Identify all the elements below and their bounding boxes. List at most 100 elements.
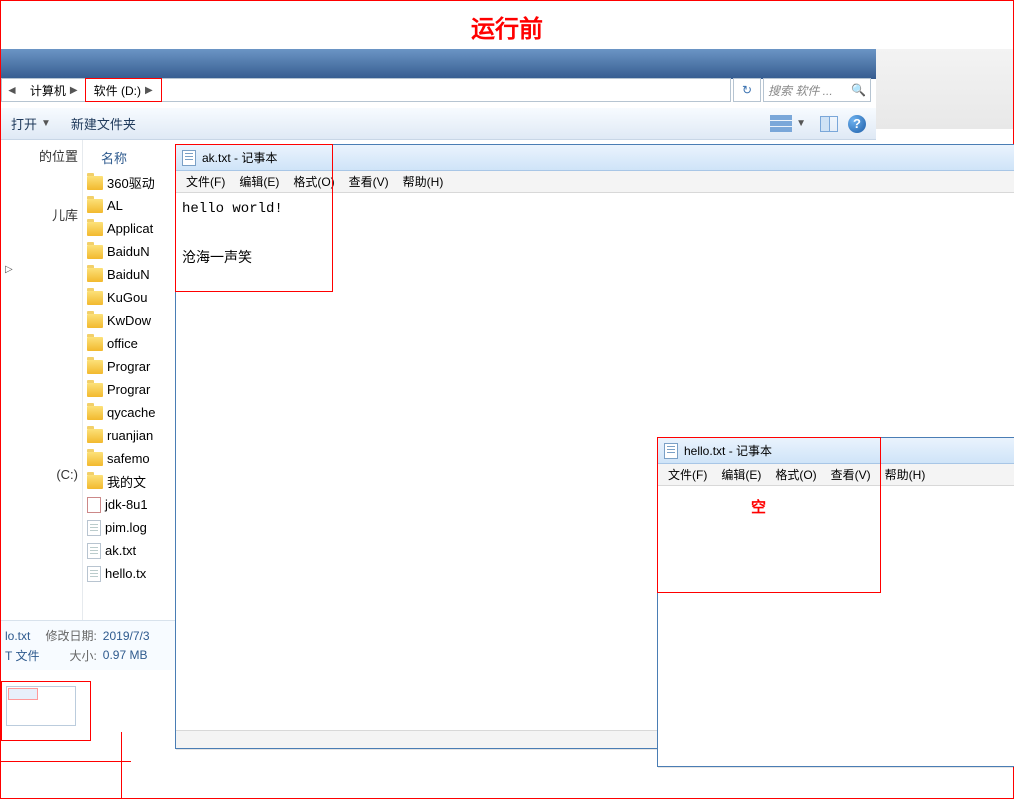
file-item[interactable]: KwDow [83, 309, 175, 332]
chevron-down-icon: ▼ [796, 118, 806, 129]
file-label: KuGou [107, 290, 147, 305]
file-label: office [107, 336, 138, 351]
menu-help[interactable]: 帮助(H) [397, 173, 450, 190]
folder-icon [87, 314, 103, 328]
menu-format[interactable]: 格式(O) [769, 466, 822, 483]
file-item[interactable]: 我的文 [83, 470, 175, 493]
sidebar-item-places[interactable]: 的位置 [1, 140, 82, 171]
folder-icon [87, 360, 103, 374]
file-item[interactable]: BaiduN [83, 263, 175, 286]
bottom-marker [1, 761, 131, 797]
file-item[interactable]: KuGou [83, 286, 175, 309]
sidebar-item-libraries[interactable]: 儿库 [1, 199, 82, 230]
file-label: Applicat [107, 221, 153, 236]
view-mode-button[interactable]: ▼ [766, 115, 810, 133]
new-folder-label: 新建文件夹 [71, 114, 136, 133]
file-icon [87, 543, 101, 559]
search-icon: 🔍 [851, 83, 866, 97]
folder-icon [87, 429, 103, 443]
notepad-titlebar[interactable]: ak.txt - 记事本 [176, 145, 1014, 171]
menu-format[interactable]: 格式(O) [287, 173, 340, 190]
notepad-menubar: 文件(F) 编辑(E) 格式(O) 查看(V) 帮助(H) [658, 464, 1014, 486]
detail-size-label: 大小: [45, 647, 96, 664]
search-input[interactable]: 搜索 软件 ... 🔍 [763, 78, 871, 102]
file-label: hello.tx [105, 566, 146, 581]
chevron-right-icon: ▶ [145, 85, 153, 96]
menu-edit[interactable]: 编辑(E) [233, 173, 285, 190]
window-titlebar-bg [1, 49, 1013, 79]
file-label: BaiduN [107, 267, 150, 282]
new-folder-button[interactable]: 新建文件夹 [61, 108, 146, 139]
file-item[interactable]: Prograr [83, 378, 175, 401]
file-item[interactable]: qycache [83, 401, 175, 424]
breadcrumb-label: 软件 (D:) [94, 82, 141, 99]
detail-filename: lo.txt [5, 629, 39, 643]
notepad-icon [182, 150, 196, 166]
menu-help[interactable]: 帮助(H) [879, 466, 932, 483]
chevron-down-icon: ▼ [41, 118, 51, 129]
file-label: BaiduN [107, 244, 150, 259]
file-item[interactable]: 360驱动 [83, 171, 175, 194]
breadcrumb-seg-computer[interactable]: 计算机 ▶ [22, 79, 86, 101]
file-item[interactable]: pim.log [83, 516, 175, 539]
file-label: 360驱动 [107, 173, 155, 192]
refresh-button[interactable]: ↻ [733, 78, 761, 102]
file-item[interactable]: AL [83, 194, 175, 217]
file-icon [87, 497, 101, 513]
search-placeholder: 搜索 软件 ... [768, 82, 833, 99]
file-item[interactable]: Prograr [83, 355, 175, 378]
file-label: Prograr [107, 359, 150, 374]
menu-edit[interactable]: 编辑(E) [715, 466, 767, 483]
help-button[interactable]: ? [848, 115, 866, 133]
file-label: safemo [107, 451, 150, 466]
refresh-icon: ↻ [742, 83, 752, 97]
sidebar-item-drive-d[interactable] [1, 488, 82, 500]
breadcrumb-seg-drive[interactable]: 软件 (D:) ▶ [86, 79, 161, 101]
preview-pane-button[interactable] [820, 116, 838, 132]
menu-view[interactable]: 查看(V) [343, 173, 395, 190]
detail-filetype: T 文件 [5, 647, 39, 664]
chevron-right-icon: ▶ [70, 85, 78, 96]
detail-size-value: 0.97 MB [103, 648, 171, 662]
notepad-titlebar[interactable]: hello.txt - 记事本 [658, 438, 1014, 464]
chevron-right-icon: ▷ [5, 264, 13, 275]
notepad-icon [664, 443, 678, 459]
file-label: jdk-8u1 [105, 497, 148, 512]
breadcrumb[interactable]: ◄ 计算机 ▶ 软件 (D:) ▶ [1, 78, 731, 102]
sidebar-item-drive-c[interactable]: (C:) [1, 461, 82, 488]
file-item[interactable]: office [83, 332, 175, 355]
file-label: KwDow [107, 313, 151, 328]
menu-file[interactable]: 文件(F) [180, 173, 231, 190]
detail-mod-value: 2019/7/3 [103, 629, 171, 643]
empty-annotation: 空 [751, 496, 766, 517]
folder-icon [87, 337, 103, 351]
breadcrumb-label: 计算机 [30, 82, 66, 99]
ribbon-bg [876, 49, 1013, 129]
file-item[interactable]: ak.txt [83, 539, 175, 562]
explorer-toolbar: 打开 ▼ 新建文件夹 ▼ ? [1, 108, 876, 140]
menu-view[interactable]: 查看(V) [825, 466, 877, 483]
file-item[interactable]: BaiduN [83, 240, 175, 263]
file-item[interactable]: jdk-8u1 [83, 493, 175, 516]
file-label: ruanjian [107, 428, 153, 443]
file-item[interactable]: Applicat [83, 217, 175, 240]
folder-icon [87, 475, 103, 489]
file-label: pim.log [105, 520, 147, 535]
menu-file[interactable]: 文件(F) [662, 466, 713, 483]
file-icon [87, 566, 101, 582]
file-label: Prograr [107, 382, 150, 397]
notepad-window-hello: hello.txt - 记事本 文件(F) 编辑(E) 格式(O) 查看(V) … [657, 437, 1014, 767]
detail-mod-label: 修改日期: [45, 627, 96, 644]
file-label: AL [107, 198, 123, 213]
sidebar-item-expand[interactable]: ▷ [1, 258, 82, 281]
column-header-name[interactable]: 名称 [83, 140, 175, 171]
pane-icon [820, 116, 838, 132]
file-icon [87, 520, 101, 536]
open-button[interactable]: 打开 ▼ [1, 108, 61, 139]
file-label: ak.txt [105, 543, 136, 558]
notepad-text-area[interactable] [658, 486, 1014, 766]
file-item[interactable]: safemo [83, 447, 175, 470]
file-item[interactable]: ruanjian [83, 424, 175, 447]
file-item[interactable]: hello.tx [83, 562, 175, 585]
folder-icon [87, 406, 103, 420]
